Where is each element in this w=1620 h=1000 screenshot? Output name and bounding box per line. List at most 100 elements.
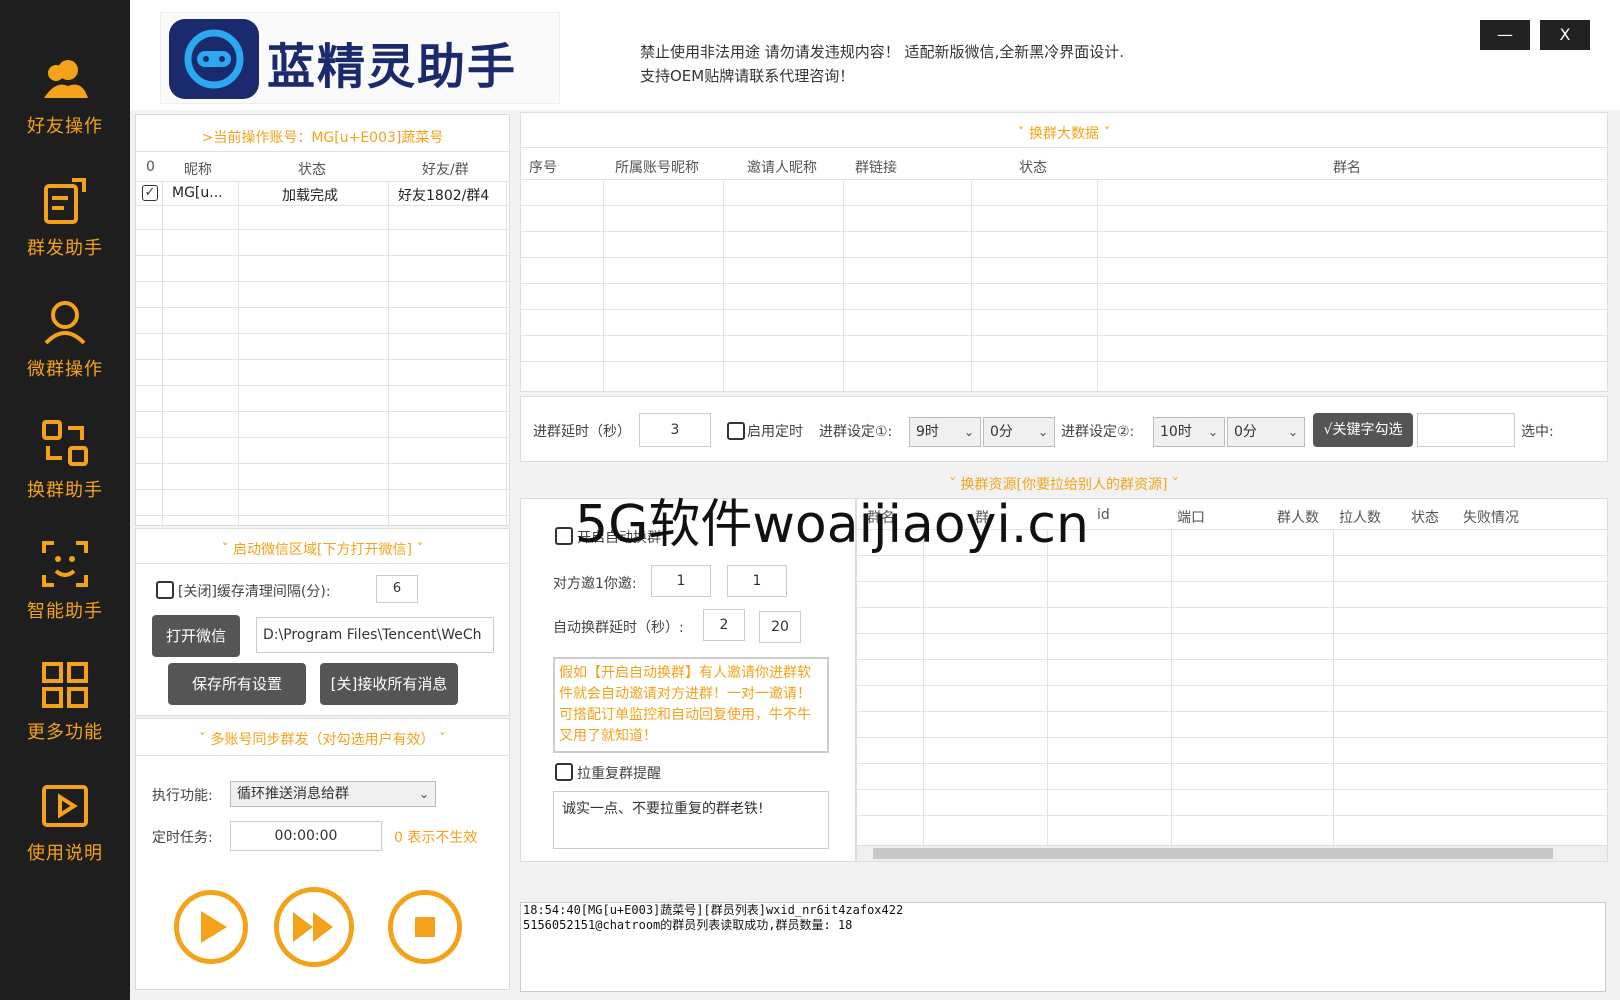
log-line-2: 5156052151@chatroom的群员列表读取成功,群员数量: 18 [523,918,853,932]
sidebar-item-label: 更多功能 [27,722,103,743]
auto-swap-tip: 假如【开启自动换群】有人邀请你进群软件就会自动邀请对方进群！一对一邀请！ 可搭配… [553,657,829,753]
timer-hint: 0 表示不生效 [394,830,478,846]
set1-label: 进群设定①: [819,424,893,440]
selected-label: 选中: [1521,424,1554,440]
sidebar-item-group-ops[interactable]: 微群操作 [0,283,130,393]
timer-label: 定时任务: [152,830,213,846]
sidebar-item-help[interactable]: 使用说明 [0,767,130,877]
close-button[interactable]: X [1540,20,1590,50]
notice-line-2: 支持OEM贴牌请联系代理咨询！ [640,67,855,85]
col-index: 0 [146,159,155,175]
stop-button[interactable] [388,890,462,964]
grid-icon [42,662,88,708]
account-panel: >当前操作账号：MG[u+E003]蔬菜号 0 昵称 状态 好友/群 ✓ MG[… [135,114,510,526]
col-friends: 好友/群 [422,162,469,178]
sidebar-item-label: 群发助手 [27,238,103,259]
keyword-select-button[interactable]: √关键字勾选 [1313,413,1413,447]
chevron-down-icon: ⌄ [1207,425,1218,439]
chevron-down-icon: ⌄ [1037,425,1048,439]
group-data-panel: ˇ 换群大数据 ˇ 序号 所属账号昵称 邀请人昵称 群链接 状态 群名 [520,112,1608,392]
sidebar-item-swap-group[interactable]: 换群助手 [0,404,130,514]
swap-group-icon [42,420,88,466]
sidebar-item-friends[interactable]: 好友操作 [0,40,130,150]
cache-label: [关闭]缓存清理间隔(分): [178,584,331,600]
wechat-panel: ˇ 启动微信区域[下方打开微信] ˇ [关闭]缓存清理间隔(分): 6 打开微信… [135,528,510,716]
cache-interval-input[interactable]: 6 [376,575,418,603]
save-settings-button[interactable]: 保存所有设置 [168,663,306,705]
timer-checkbox[interactable] [727,422,745,440]
mass-send-icon [44,178,86,224]
res-col-id: id [1097,507,1110,523]
auto-delay-input-a[interactable]: 2 [703,609,745,641]
res-col-member-count: 群人数 [1277,510,1319,526]
header: 蓝精灵助手 禁止使用非法用途 请勿请发违规内容！ 适配新版微信,全新黑冷界面设计… [130,0,1620,110]
res-col-pull-count: 拉人数 [1339,510,1381,526]
sidebar-item-label: 好友操作 [27,116,103,137]
ratio-input-b[interactable]: 1 [727,565,787,597]
row-friends: 好友1802/群4 [398,188,490,204]
col-seq: 序号 [529,160,557,176]
duplicate-label: 拉重复群提醒 [577,766,661,782]
col-account: 所属账号昵称 [615,160,699,176]
horizontal-scrollbar[interactable] [857,845,1607,861]
set1-min-value: 0分 [990,424,1013,440]
chevron-down-icon: ⌄ [963,425,974,439]
exec-select-value: 循环推送消息给群 [237,786,349,802]
scrollbar-thumb[interactable] [873,848,1553,859]
res-col-port: 端口 [1177,510,1205,526]
row-status: 加载完成 [282,188,338,204]
keyword-input[interactable] [1417,413,1515,447]
group-data-title: ˇ 换群大数据 ˇ [1017,126,1111,142]
auto-swap-checkbox[interactable] [555,527,573,545]
smart-face-icon [42,541,88,587]
col-status: 状态 [298,162,326,178]
col-inviter: 邀请人昵称 [747,160,817,176]
sidebar-item-mass-send[interactable]: 群发助手 [0,162,130,272]
fast-forward-button[interactable] [274,887,354,967]
play-icon [201,911,227,943]
duplicate-message-input[interactable]: 诚实一点、不要拉重复的群老铁! [553,791,829,849]
log-output[interactable]: 18:54:40[MG[u+E003]蔬菜号][群员列表]wxid_nr6it4… [520,902,1606,992]
auto-delay-label: 自动换群延时（秒）: [553,620,684,636]
timer-input[interactable]: 00:00:00 [230,821,382,851]
ratio-label: 对方邀1你邀: [553,576,637,592]
sidebar-item-label: 换群助手 [27,480,103,501]
wechat-path-input[interactable]: D:\Program Files\Tencent\WeCh [256,617,494,653]
set1-min-select[interactable]: 0分 ⌄ [983,417,1055,447]
res-col-failure: 失败情况 [1463,510,1519,526]
watermark: 5G软件woaijiaoyi.cn [575,495,1089,555]
logo-icon [169,19,259,99]
fast-forward-icon [293,912,333,942]
sidebar-item-smart[interactable]: 智能助手 [0,525,130,635]
minimize-button[interactable]: — [1480,20,1530,50]
set2-hour-select[interactable]: 10时 ⌄ [1153,417,1225,447]
notice-line-1: 禁止使用非法用途 请勿请发违规内容！ 适配新版微信,全新黑冷界面设计. [640,43,1125,61]
col-link: 群链接 [855,160,897,176]
row-checkbox[interactable]: ✓ [142,185,158,201]
chevron-down-icon: ⌄ [418,787,429,801]
sync-panel-title: ˇ 多账号同步群发（对勾选用户有效） ˇ [199,732,446,748]
sidebar-item-label: 微群操作 [27,359,103,380]
start-button[interactable] [174,890,248,964]
delay-input[interactable]: 3 [639,413,711,447]
set1-hour-select[interactable]: 9时 ⌄ [909,417,981,447]
col-state: 状态 [1019,160,1047,176]
notice: 禁止使用非法用途 请勿请发违规内容！ 适配新版微信,全新黑冷界面设计. 支持OE… [640,40,1124,88]
duplicate-checkbox[interactable] [555,763,573,781]
exec-select[interactable]: 循环推送消息给群 ⌄ [230,781,436,807]
exec-label: 执行功能: [152,788,213,804]
sidebar-item-label: 智能助手 [27,601,103,622]
sidebar-item-more[interactable]: 更多功能 [0,646,130,756]
sidebar: 好友操作 群发助手 微群操作 换群助手 智能助手 更多功能 使用说明 [0,0,130,1000]
sidebar-item-label: 使用说明 [27,843,103,864]
row-nickname: MG[u... [172,185,223,201]
auto-delay-input-b[interactable]: 20 [759,611,801,643]
receive-messages-button[interactable]: [关]接收所有消息 [320,663,458,705]
cache-checkbox[interactable] [156,581,174,599]
timer-enable-label: 启用定时 [747,424,803,440]
set2-min-select[interactable]: 0分 ⌄ [1227,417,1305,447]
ratio-input-a[interactable]: 1 [651,565,711,597]
open-wechat-button[interactable]: 打开微信 [152,615,240,657]
set2-hour-value: 10时 [1160,424,1192,440]
play-doc-icon [42,785,88,827]
